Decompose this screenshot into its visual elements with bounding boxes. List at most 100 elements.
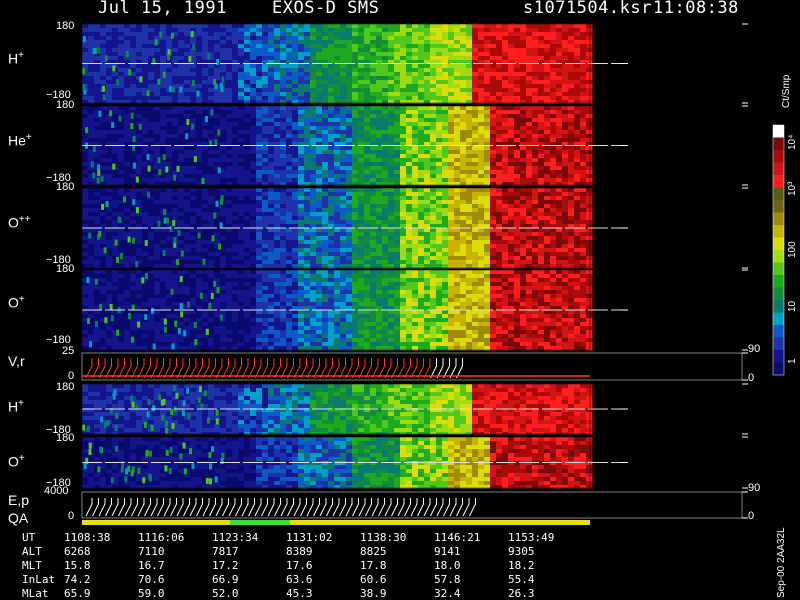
heatmap-cell: [418, 56, 425, 61]
heatmap-cell: [340, 118, 347, 123]
heatmap-cell: [442, 220, 449, 225]
heatmap-cell: [190, 92, 197, 97]
heatmap-cell: [556, 114, 563, 119]
heatmap-cell: [508, 138, 515, 143]
heatmap-cell: [532, 200, 539, 205]
heatmap-streak: [132, 162, 136, 169]
heatmap-cell: [454, 122, 461, 127]
heatmap-cell: [424, 188, 431, 193]
heatmap-cell: [364, 96, 371, 101]
heatmap-cell: [532, 92, 539, 97]
heatmap-cell: [352, 84, 359, 89]
heatmap-cell: [442, 204, 449, 209]
heatmap-cell: [226, 52, 233, 57]
heatmap-cell: [526, 236, 533, 241]
heatmap-cell: [262, 28, 269, 33]
heatmap-cell: [478, 24, 485, 29]
heatmap-cell: [250, 72, 257, 77]
heatmap-cell: [382, 154, 389, 159]
heatmap-cell: [460, 88, 467, 93]
heatmap-cell: [274, 158, 281, 163]
heatmap-cell: [238, 76, 245, 81]
heatmap-cell: [526, 122, 533, 127]
heatmap-cell: [448, 204, 455, 209]
heatmap-cell: [100, 188, 107, 193]
heatmap-cell: [358, 188, 365, 193]
heatmap-cell: [388, 28, 395, 33]
heatmap-cell: [520, 114, 527, 119]
heatmap-cell: [334, 48, 341, 53]
heatmap-cell: [328, 68, 335, 73]
heatmap-cell: [178, 220, 185, 225]
heatmap-cell: [226, 166, 233, 171]
heatmap-cell: [190, 240, 197, 245]
heatmap-cell: [196, 80, 203, 85]
heatmap-cell: [244, 260, 251, 265]
heatmap-cell: [208, 126, 215, 131]
heatmap-cell: [502, 114, 509, 119]
heatmap-cell: [118, 178, 125, 183]
heatmap-cell: [154, 110, 161, 115]
heatmap-cell: [538, 146, 545, 151]
heatmap-cell: [556, 32, 563, 37]
heatmap-cell: [268, 118, 275, 123]
heatmap-cell: [184, 200, 191, 205]
heatmap-cell: [82, 208, 89, 213]
heatmap-cell: [520, 130, 527, 135]
heatmap-cell: [586, 44, 593, 49]
heatmap-cell: [220, 174, 227, 179]
heatmap-cell: [526, 158, 533, 163]
heatmap-cell: [388, 196, 395, 201]
heatmap-cell: [100, 106, 107, 111]
heatmap-cell: [202, 192, 209, 197]
heatmap-streak: [172, 86, 176, 93]
heatmap-cell: [514, 216, 521, 221]
heatmap-cell: [412, 134, 419, 139]
heatmap-cell: [160, 162, 167, 167]
heatmap-cell: [568, 52, 575, 57]
heatmap-cell: [250, 122, 257, 127]
heatmap-cell: [424, 228, 431, 233]
heatmap-cell: [472, 96, 479, 101]
heatmap-cell: [460, 196, 467, 201]
heatmap-cell: [424, 130, 431, 135]
heatmap-cell: [436, 80, 443, 85]
heatmap-cell: [436, 122, 443, 127]
heatmap-cell: [424, 260, 431, 265]
heatmap-cell: [364, 162, 371, 167]
heatmap-cell: [100, 36, 107, 41]
heatmap-cell: [340, 48, 347, 53]
heatmap-cell: [478, 244, 485, 249]
heatmap-cell: [184, 36, 191, 41]
heatmap-cell: [478, 216, 485, 221]
heatmap-cell: [532, 174, 539, 179]
heatmap-cell: [502, 52, 509, 57]
heatmap-cell: [112, 88, 119, 93]
heatmap-cell: [328, 110, 335, 115]
heatmap-cell: [232, 232, 239, 237]
heatmap-cell: [334, 208, 341, 213]
heatmap-cell: [364, 56, 371, 61]
heatmap-cell: [460, 248, 467, 253]
heatmap-cell: [328, 48, 335, 53]
heatmap-cell: [268, 170, 275, 175]
heatmap-cell: [376, 200, 383, 205]
heatmap-cell: [400, 64, 407, 69]
heatmap-streak: [130, 123, 134, 130]
heatmap-cell: [556, 150, 563, 155]
heatmap-cell: [508, 72, 515, 77]
heatmap-cell: [394, 64, 401, 69]
heatmap-cell: [460, 52, 467, 57]
heatmap-cell: [190, 166, 197, 171]
heatmap-cell: [262, 260, 269, 265]
heatmap-cell: [166, 134, 173, 139]
heatmap-cell: [124, 122, 131, 127]
heatmap-streak: [154, 39, 158, 46]
heatmap-cell: [154, 118, 161, 123]
heatmap-cell: [244, 138, 251, 143]
heatmap-cell: [292, 178, 299, 183]
heatmap-cell: [418, 118, 425, 123]
heatmap-cell: [352, 36, 359, 41]
heatmap-cell: [370, 106, 377, 111]
heatmap-cell: [334, 52, 341, 57]
